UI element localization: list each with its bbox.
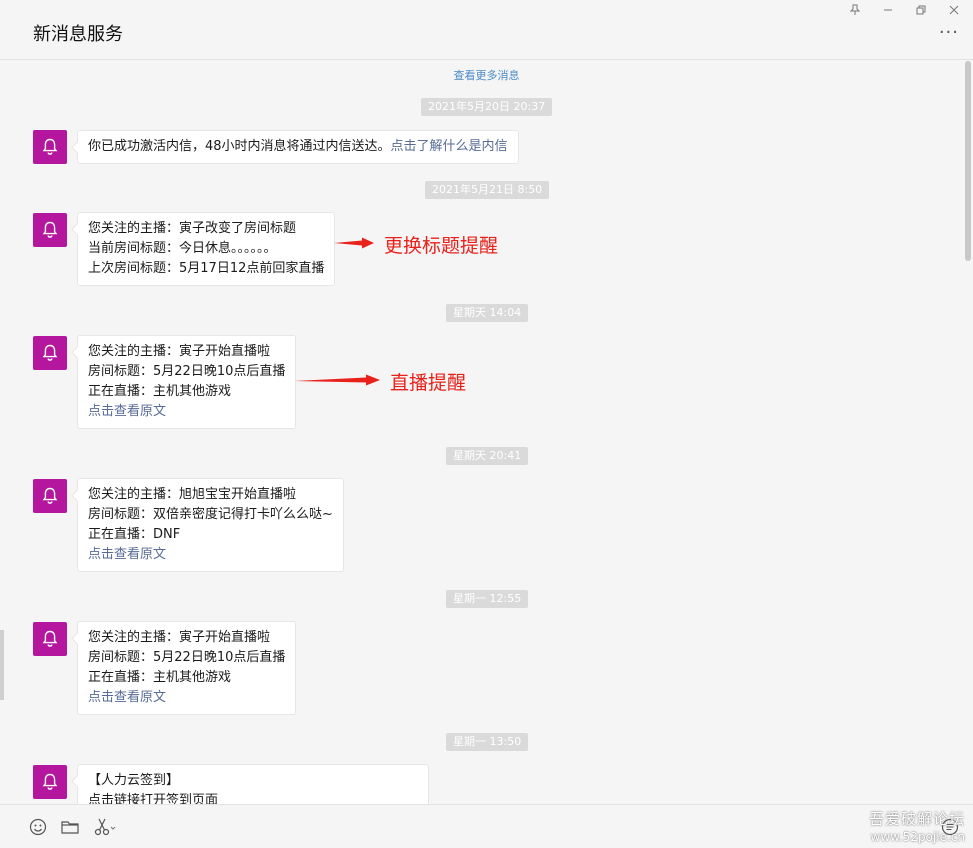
learn-more-link[interactable]: 点击了解什么是内信 [391,139,508,154]
message-line: 上次房间标题：5月17日12点前回家直播 [88,261,325,276]
bell-icon [42,344,58,361]
message-line: 正在直播：主机其他游戏 [88,384,232,399]
message-line: 您关注的主播：寅子改变了房间标题 [88,221,297,236]
timestamp: 2021年5月20日 20:37 [421,98,553,116]
timestamp: 星期天 14:04 [446,304,529,322]
avatar[interactable] [33,130,67,164]
avatar[interactable] [33,765,67,799]
title-bar: 新消息服务 ··· [0,0,973,60]
red-arrow-icon [294,374,380,386]
message-line: 正在直播：DNF [88,527,181,542]
red-arrow-icon [334,237,374,249]
close-icon[interactable] [941,4,967,20]
emoji-icon[interactable] [28,817,48,837]
load-more-link[interactable]: 查看更多消息 [0,67,973,83]
message-line: 您关注的主播：寅子开始直播啦 [88,344,271,359]
avatar[interactable] [33,213,67,247]
annotation-title-change: 更换标题提醒 [384,235,499,257]
minimize-icon[interactable] [875,4,901,20]
message-bubble: 【人力云签到】 点击链接打开签到页面 [77,764,429,804]
bell-icon [42,773,58,790]
message-bubble: 您关注的主播：旭旭宝宝开始直播啦 房间标题：双倍亲密度记得打卡吖么么哒~ 正在直… [77,478,344,572]
scissors-icon[interactable] [92,817,118,837]
bell-icon [42,221,58,238]
watermark-line: www.52pojie.cn [870,830,965,844]
chat-area[interactable]: 查看更多消息 2021年5月20日 20:37 你已成功激活内信，48小时内消息… [0,61,973,804]
watermark: 吾爱破解论坛 www.52pojie.cn [869,810,965,846]
message-line: 您关注的主播：旭旭宝宝开始直播啦 [88,487,297,502]
timestamp: 星期天 20:41 [446,447,529,465]
message-line: 您关注的主播：寅子开始直播啦 [88,630,271,645]
message-line: 当前房间标题：今日休息。。。。。。 [88,241,277,256]
pin-icon[interactable] [842,4,868,20]
bell-icon [42,487,58,504]
message-line: 点击链接打开签到页面 [88,793,219,804]
message-bubble: 您关注的主播：寅子开始直播啦 房间标题：5月22日晚10点后直播 正在直播：主机… [77,335,297,429]
message-bubble: 您关注的主播：寅子开始直播啦 房间标题：5月22日晚10点后直播 正在直播：主机… [77,621,297,715]
message-line: 正在直播：主机其他游戏 [88,670,232,685]
view-original-link[interactable]: 点击查看原文 [88,688,285,708]
resize-handle[interactable] [0,630,4,700]
timestamp: 星期一 12:55 [446,590,529,608]
restore-icon[interactable] [908,4,934,20]
view-original-link[interactable]: 点击查看原文 [88,545,333,565]
bell-icon [42,630,58,647]
message-bubble: 您关注的主播：寅子改变了房间标题 当前房间标题：今日休息。。。。。。 上次房间标… [77,212,336,286]
message-line: 房间标题：5月22日晚10点后直播 [88,650,286,665]
message-line: 【人力云签到】 [88,773,180,788]
avatar[interactable] [33,336,67,370]
folder-icon[interactable] [60,817,80,837]
input-toolbar [0,804,973,848]
message-text: 你已成功激活内信，48小时内消息将通过内信送达。 [88,139,391,154]
view-original-link[interactable]: 点击查看原文 [88,402,285,422]
timestamp: 2021年5月21日 8:50 [425,181,550,199]
message-line: 房间标题：5月22日晚10点后直播 [88,364,286,379]
scrollbar[interactable] [965,61,971,261]
message-line: 房间标题：双倍亲密度记得打卡吖么么哒~ [88,507,333,522]
avatar[interactable] [33,479,67,513]
bell-icon [42,138,58,155]
timestamp: 星期一 13:50 [446,733,529,751]
more-options-button[interactable]: ··· [939,24,959,42]
watermark-line: 吾爱破解论坛 [868,810,965,828]
message-bubble: 你已成功激活内信，48小时内消息将通过内信送达。点击了解什么是内信 [77,130,519,164]
avatar[interactable] [33,622,67,656]
chat-title: 新消息服务 [33,24,123,45]
annotation-live: 直播提醒 [390,372,467,394]
